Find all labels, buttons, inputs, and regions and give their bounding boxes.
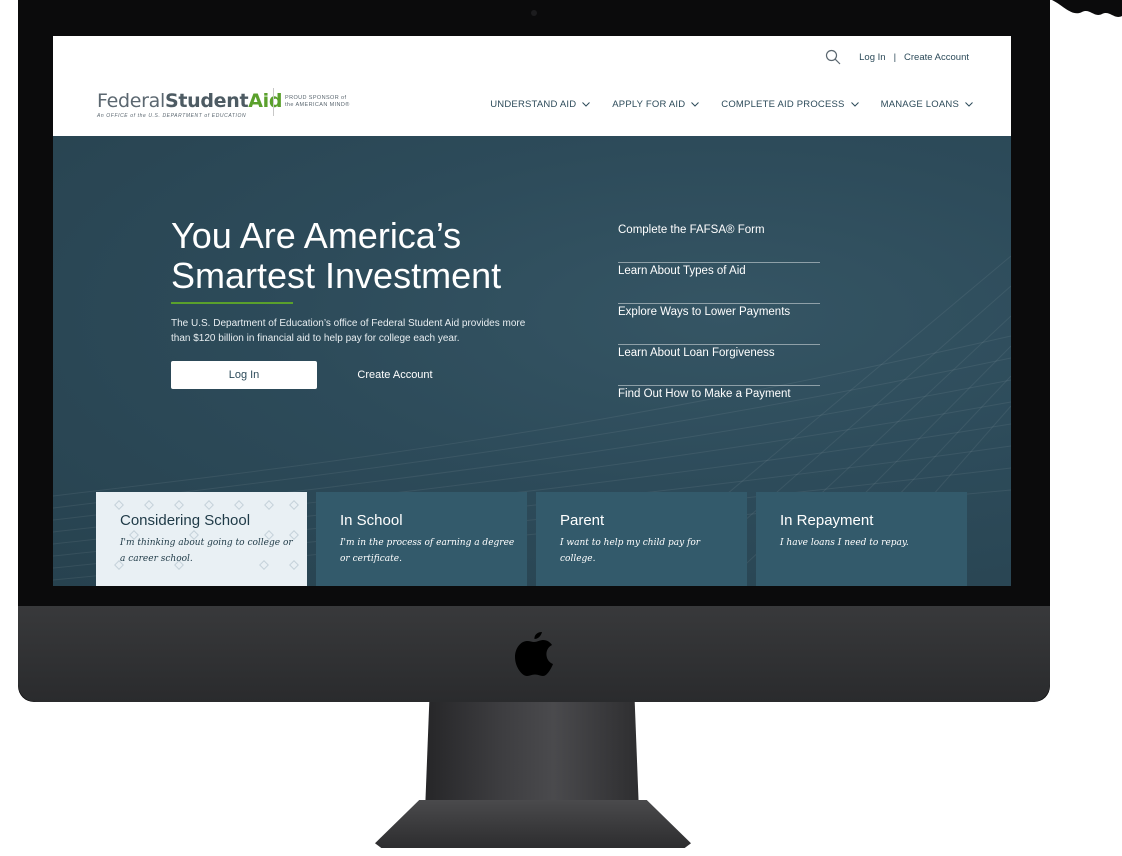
hero-login-button[interactable]: Log In [171,361,317,389]
card-in-school[interactable]: In School I'm in the process of earning … [316,492,527,586]
nav-item-label: MANAGE LOANS [880,99,959,110]
apple-logo-icon [515,632,553,676]
quick-link-make-payment[interactable]: Find Out How to Make a Payment [618,386,820,427]
browser-viewport: FederalStudentAid An OFFICE of the U.S. … [53,36,1011,586]
header-login-link[interactable]: Log In [859,52,885,63]
nav-complete-aid-process[interactable]: COMPLETE AID PROCESS [721,99,859,110]
search-icon[interactable] [825,49,841,65]
card-in-repayment[interactable]: In Repayment I have loans I need to repa… [756,492,967,586]
utility-separator: | [893,51,897,63]
sponsor-line-1: PROUD SPONSOR of [285,95,347,101]
quick-link-types-of-aid[interactable]: Learn About Types of Aid [618,263,820,304]
quick-links-list: Complete the FAFSA® Form Learn About Typ… [618,222,820,427]
logo-word-aid: Aid [248,90,283,112]
card-title: In School [340,512,403,529]
logo-word-federal: Federal [97,90,165,112]
hero-title: You Are America’s Smartest Investment [171,215,502,296]
quick-link-loan-forgiveness[interactable]: Learn About Loan Forgiveness [618,345,820,386]
logo-divider [273,88,274,116]
imac-stand-foot [375,800,691,848]
camera-dot [531,10,537,16]
nav-manage-loans[interactable]: MANAGE LOANS [881,99,973,110]
fsa-logo[interactable]: FederalStudentAid An OFFICE of the U.S. … [97,90,282,119]
site-header: FederalStudentAid An OFFICE of the U.S. … [53,36,1011,136]
nav-understand-aid[interactable]: UNDERSTAND AID [490,99,591,110]
nav-item-label: COMPLETE AID PROCESS [721,99,845,110]
chevron-down-icon [691,102,700,107]
card-description: I want to help my child pay for college. [560,538,701,564]
card-parent[interactable]: Parent I want to help my child pay for c… [536,492,747,586]
sponsor-line-2: the AMERICAN MIND® [285,102,350,108]
chevron-down-icon [582,102,591,107]
card-description: I have loans I need to repay. [780,538,909,548]
card-title: Considering School [120,512,251,529]
card-title: In Repayment [780,512,874,529]
main-nav: UNDERSTAND AID APPLY FOR AID COMPLETE AI… [490,99,973,110]
card-considering-school[interactable]: Considering School I'm thinking about go… [96,492,307,586]
chevron-down-icon [850,102,859,107]
nav-item-label: APPLY FOR AID [612,99,686,110]
utility-nav: Log In | Create Account [825,49,969,65]
nav-item-label: UNDERSTAND AID [490,99,577,110]
hero-section: You Are America’s Smartest Investment Th… [53,136,1011,586]
quick-link-fafsa[interactable]: Complete the FAFSA® Form [618,222,820,263]
header-create-account-link[interactable]: Create Account [904,52,969,63]
hero-description: The U.S. Department of Education’s offic… [171,318,526,344]
logo-word-student: Student [164,90,249,112]
quick-link-lower-payments[interactable]: Explore Ways to Lower Payments [618,304,820,345]
card-description: I'm in the process of earning a degree o… [340,538,515,564]
logo-subline: An OFFICE of the U.S. DEPARTMENT of EDUC… [97,113,247,119]
chevron-down-icon [965,102,973,107]
nav-apply-for-aid[interactable]: APPLY FOR AID [612,99,700,110]
logo-sponsor-text: PROUD SPONSOR of the AMERICAN MIND® [285,95,375,109]
hero-create-account-button[interactable]: Create Account [345,361,445,389]
logo-wordmark: FederalStudentAid [97,90,282,112]
hero-title-underline [171,302,293,304]
audience-cards: Considering School I'm thinking about go… [96,492,967,586]
decorative-blob [1052,0,1122,17]
card-description: I'm thinking about going to college or a… [120,538,293,564]
card-title: Parent [560,512,605,529]
imac-stand-neck [425,702,639,812]
